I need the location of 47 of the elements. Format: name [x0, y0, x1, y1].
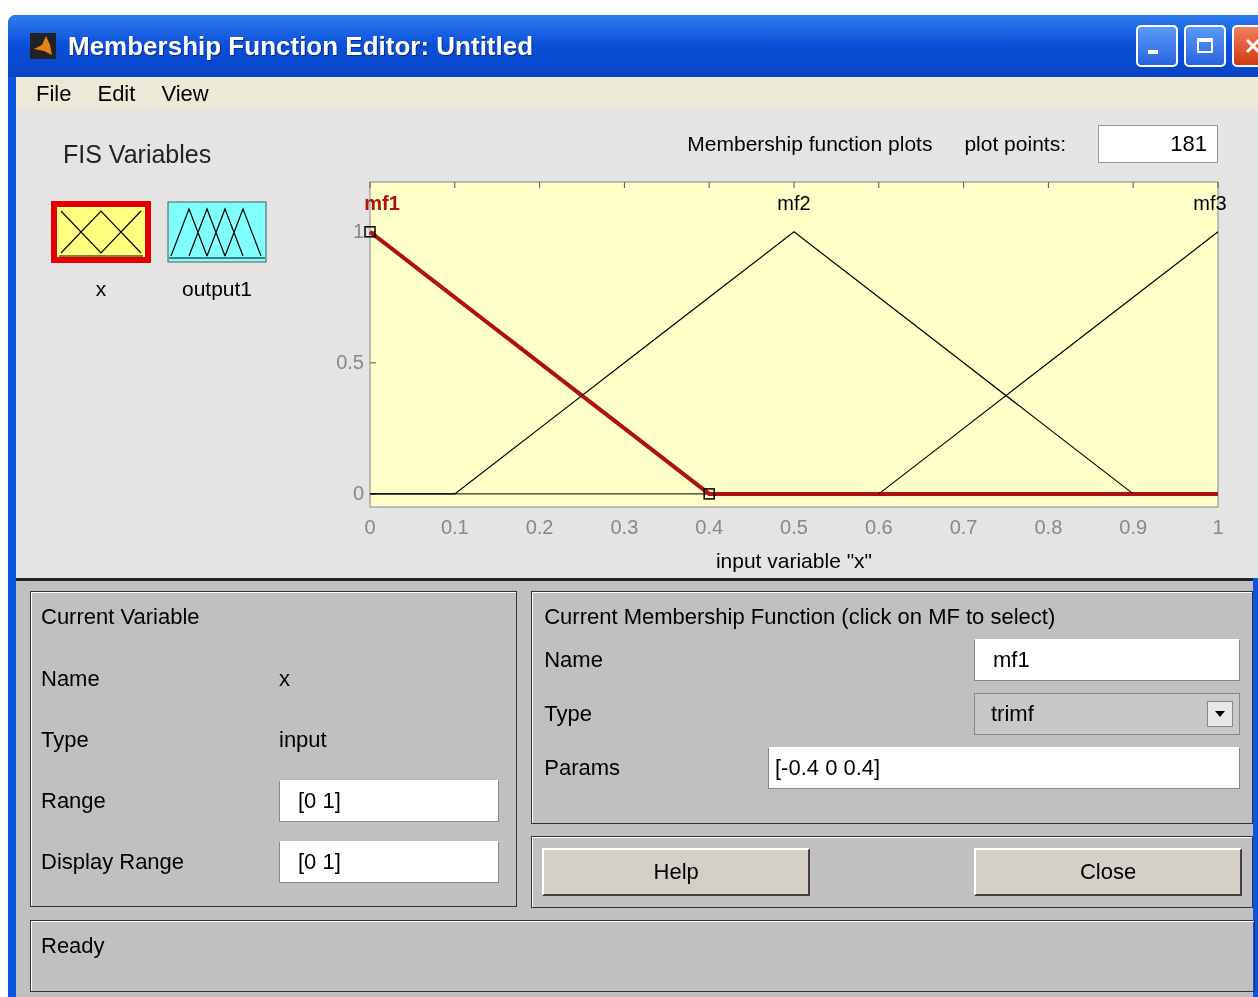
window-title: Membership Function Editor: Untitled [68, 30, 535, 62]
variable-name: x [279, 665, 291, 692]
x-tick-label: 0.6 [864, 516, 893, 538]
variable-label: x [95, 277, 107, 301]
field-label: Display Range [41, 848, 186, 875]
field-label: Range [41, 787, 107, 814]
field-label: Name [544, 647, 603, 673]
x-tick-label: 0.3 [610, 516, 639, 538]
y-tick-label: 0 [352, 481, 364, 504]
display-range-field[interactable]: [0 1] [279, 840, 499, 883]
panel-title: Current Membership Function (click on MF to select) [544, 604, 1057, 630]
variable-label: output1 [181, 277, 253, 301]
x-tick-label: 0.1 [440, 516, 469, 538]
panel-title: Current Variable [41, 604, 201, 630]
x-tick-label: 0.7 [949, 516, 978, 538]
status-text: Ready [41, 933, 105, 958]
curve-label: mf1 [364, 192, 400, 214]
curve-label: mf2 [777, 192, 811, 214]
range-field[interactable]: [0 1] [279, 779, 499, 822]
mf-type-dropdown[interactable]: trimf [974, 693, 1240, 735]
x-axis-label: input variable "x" [715, 549, 873, 572]
menu-item[interactable]: File [36, 80, 72, 107]
field-label: Type [41, 726, 90, 753]
y-tick-label: 0.5 [336, 350, 364, 373]
fis-variables-label: FIS Variables [63, 140, 213, 169]
field-label: Type [544, 701, 592, 727]
field-label: Name [41, 665, 101, 692]
x-tick-label: 0.9 [1119, 516, 1148, 538]
plot-points-field[interactable]: 181 [1098, 125, 1218, 163]
y-tick-label: 1 [352, 219, 364, 242]
menu-item[interactable]: View [161, 80, 209, 107]
x-tick-label: 0.5 [780, 516, 808, 538]
x-tick-label: 0.4 [695, 516, 724, 538]
menu-item[interactable]: Edit [97, 80, 136, 107]
mf-name-field[interactable]: mf1 [974, 639, 1240, 681]
dialog-button[interactable]: Close [974, 848, 1242, 896]
variable-type: input [279, 726, 328, 753]
curve-label: mf3 [1193, 192, 1227, 214]
field-label: Params [544, 755, 620, 781]
plot-points-label: plot points: [964, 132, 1066, 156]
plot-title: Membership function plots [687, 132, 933, 156]
params-field[interactable]: [-0.4 0 0.4] [768, 747, 1240, 789]
x-tick-label: 0 [364, 516, 376, 538]
x-tick-label: 0.2 [525, 516, 554, 538]
x-tick-label: 1 [1212, 516, 1224, 538]
x-tick-label: 0.8 [1034, 516, 1063, 538]
dialog-button[interactable]: Help [542, 848, 811, 896]
